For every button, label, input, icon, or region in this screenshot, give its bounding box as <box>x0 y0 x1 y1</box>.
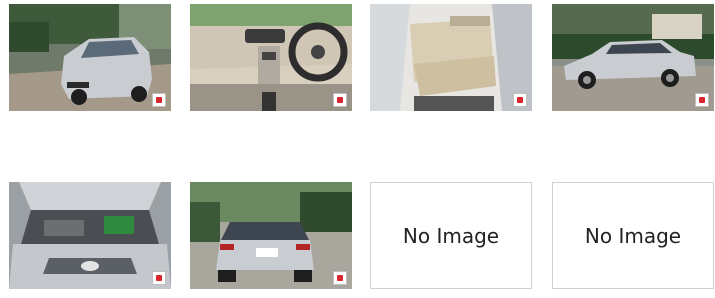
zoom-badge-icon[interactable] <box>513 93 527 107</box>
zoom-badge-icon[interactable] <box>333 93 347 107</box>
no-image-placeholder-1: No Image <box>370 182 532 289</box>
dashboard-photo <box>190 4 352 111</box>
gallery-photo-5[interactable] <box>9 182 171 289</box>
front-three-quarter-photo <box>9 4 171 111</box>
engine-bay-photo <box>9 182 171 289</box>
gallery-photo-1[interactable] <box>9 4 171 111</box>
zoom-badge-icon[interactable] <box>695 93 709 107</box>
no-image-label: No Image <box>584 223 682 248</box>
gallery-photo-2[interactable] <box>190 4 352 111</box>
no-image-placeholder-2: No Image <box>552 182 714 289</box>
side-profile-photo <box>552 4 714 111</box>
zoom-badge-icon[interactable] <box>152 271 166 285</box>
rear-view-photo <box>190 182 352 289</box>
zoom-badge-icon[interactable] <box>152 93 166 107</box>
gallery-photo-3[interactable] <box>370 4 532 111</box>
rear-seat-photo <box>370 4 532 111</box>
zoom-badge-icon[interactable] <box>333 271 347 285</box>
gallery-photo-6[interactable] <box>190 182 352 289</box>
gallery-photo-4[interactable] <box>552 4 714 111</box>
no-image-label: No Image <box>402 223 500 248</box>
